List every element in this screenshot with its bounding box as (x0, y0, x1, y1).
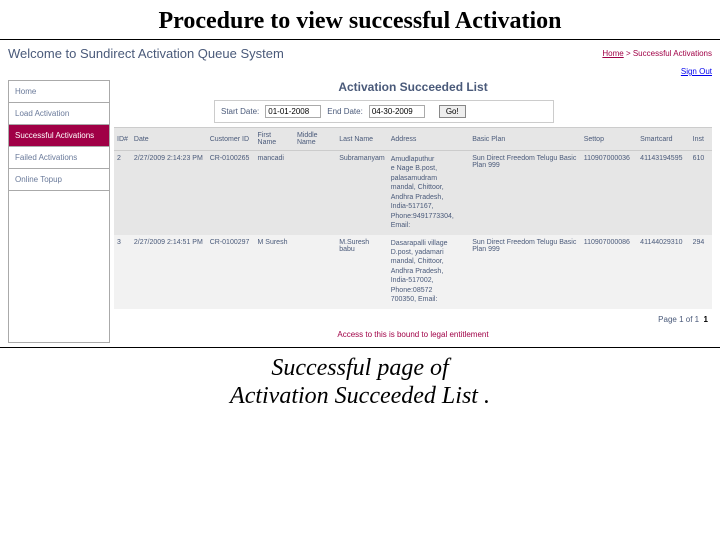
cell-addr: Dasarapalli villageD.post, yadamarimanda… (388, 235, 469, 309)
cell-idx: 3 (114, 235, 131, 309)
cell-date: 2/27/2009 2:14:51 PM (131, 235, 207, 309)
pager-current-page: 1 (704, 315, 708, 324)
cell-cust: CR-0100265 (207, 151, 255, 235)
cell-smartcard: 41143194595 (637, 151, 689, 235)
breadcrumb-home-link[interactable]: Home (602, 49, 623, 58)
slide-caption-line1: Successful page of (271, 355, 448, 381)
cell-fn: M Suresh (255, 235, 294, 309)
sidebar: Home Load Activation Successful Activati… (8, 80, 110, 343)
th-inst: Inst (690, 128, 712, 151)
table-row: 32/27/2009 2:14:51 PMCR-0100297M Suresh M… (114, 235, 712, 309)
cell-fn: mancadi (255, 151, 294, 235)
cell-plan: Sun Direct Freedom Telugu Basic Plan 999 (469, 151, 581, 235)
welcome-bar: Welcome to Sundirect Activation Queue Sy… (8, 44, 712, 67)
th-customer-id: Customer ID (207, 128, 255, 151)
activation-table: ID# Date Customer ID First Name Middle N… (114, 127, 712, 309)
page-heading: Activation Succeeded List (114, 80, 712, 100)
th-idx: ID# (114, 128, 131, 151)
cell-date: 2/27/2009 2:14:23 PM (131, 151, 207, 235)
sidebar-item-home[interactable]: Home (9, 81, 109, 103)
start-date-input[interactable] (265, 105, 321, 118)
sidebar-item-failed-activations[interactable]: Failed Activations (9, 147, 109, 169)
cell-mn (294, 151, 336, 235)
th-first-name: First Name (255, 128, 294, 151)
cell-cust: CR-0100297 (207, 235, 255, 309)
th-settop: Settop (581, 128, 637, 151)
cell-mn (294, 235, 336, 309)
table-header-row: ID# Date Customer ID First Name Middle N… (114, 128, 712, 151)
cell-idx: 2 (114, 151, 131, 235)
cell-plan: Sun Direct Freedom Telugu Basic Plan 999 (469, 235, 581, 309)
app-container: Welcome to Sundirect Activation Queue Sy… (0, 40, 720, 347)
end-date-label: End Date: (327, 107, 363, 116)
sidebar-item-successful-activations[interactable]: Successful Activations (9, 125, 109, 147)
slide-title: Procedure to view successful Activation (0, 0, 720, 40)
go-button[interactable]: Go! (439, 105, 466, 118)
content: Activation Succeeded List Start Date: En… (114, 80, 712, 343)
signout-row: Sign Out (8, 67, 712, 80)
footer-note: Access to this is bound to legal entitle… (114, 326, 712, 343)
table-row: 22/27/2009 2:14:23 PMCR-0100265mancadi Su… (114, 151, 712, 235)
cell-inst: 294 (690, 235, 712, 309)
breadcrumb-sep: > (624, 49, 633, 58)
date-filter: Start Date: End Date: Go! (214, 100, 554, 123)
cell-ln: Subramanyam (336, 151, 388, 235)
sidebar-item-load-activation[interactable]: Load Activation (9, 103, 109, 125)
th-last-name: Last Name (336, 128, 388, 151)
breadcrumb-current: Successful Activations (633, 49, 712, 58)
start-date-label: Start Date: (221, 107, 259, 116)
th-smartcard: Smartcard (637, 128, 689, 151)
sidebar-item-online-topup[interactable]: Online Topup (9, 169, 109, 191)
th-address: Address (388, 128, 469, 151)
cell-addr: Amudlaputhure Nage B.post,palasamudramma… (388, 151, 469, 235)
cell-settop: 110907000086 (581, 235, 637, 309)
th-basic-plan: Basic Plan (469, 128, 581, 151)
end-date-input[interactable] (369, 105, 425, 118)
pager: Page 1 of 1 1 (114, 309, 712, 326)
cell-smartcard: 41144029310 (637, 235, 689, 309)
slide-caption: Successful page of Activation Succeeded … (0, 347, 720, 412)
cell-settop: 110907000036 (581, 151, 637, 235)
th-date: Date (131, 128, 207, 151)
pager-label: Page 1 of 1 (658, 315, 699, 324)
th-middle-name: Middle Name (294, 128, 336, 151)
slide-caption-line2: Activation Succeeded List . (230, 383, 490, 409)
sign-out-link[interactable]: Sign Out (681, 67, 712, 76)
breadcrumb: Home > Successful Activations (602, 49, 712, 58)
cell-ln: M.Suresh babu (336, 235, 388, 309)
welcome-text: Welcome to Sundirect Activation Queue Sy… (8, 46, 284, 61)
cell-inst: 610 (690, 151, 712, 235)
